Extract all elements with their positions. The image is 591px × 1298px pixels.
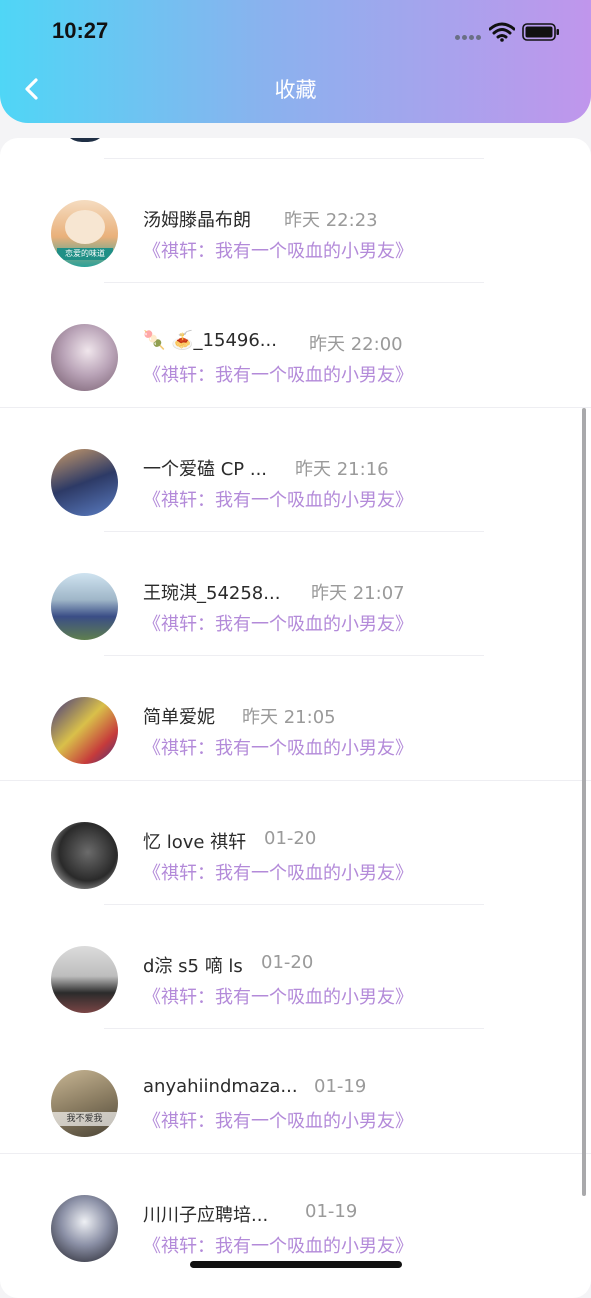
avatar[interactable] [51,822,118,889]
timestamp: 昨天 21:05 [242,707,336,728]
list-item[interactable]: 简单爱妮 昨天 21:05 《祺轩：我有一个吸血的小男友》 [0,656,591,781]
timestamp: 01-20 [261,952,314,973]
list-item[interactable]: 一个爱磕 CP ... 昨天 21:16 《祺轩：我有一个吸血的小男友》 [0,408,591,532]
username[interactable]: 川川子应聘培... [143,1201,268,1227]
username[interactable]: 🍡 🍝_15496... [143,330,277,351]
avatar[interactable] [51,946,118,1013]
avatar[interactable] [51,324,118,391]
home-indicator[interactable] [190,1261,402,1268]
avatar[interactable] [51,697,118,764]
username[interactable]: 简单爱妮 [143,703,215,729]
timestamp: 01-20 [264,828,317,849]
page-title: 收藏 [274,78,317,102]
list-item[interactable]: 恋爱的味道 汤姆滕晶布朗 昨天 22:23 《祺轩：我有一个吸血的小男友》 [0,159,591,283]
list-item[interactable]: 王琬淇_54258... 昨天 21:07 《祺轩：我有一个吸血的小男友》 [0,532,591,656]
list-item[interactable]: 川川子应聘培... 01-19 《祺轩：我有一个吸血的小男友》 [0,1154,591,1278]
avatar[interactable]: 我不爱我 [51,1070,118,1137]
avatar[interactable] [62,138,108,142]
timestamp: 昨天 22:00 [309,334,403,355]
avatar[interactable] [51,573,118,640]
timestamp: 昨天 21:07 [311,583,405,604]
story-title-link[interactable]: 《祺轩：我有一个吸血的小男友》 [143,983,413,1009]
avatar-caption: 恋爱的味道 [57,248,113,260]
story-title-link[interactable]: 《祺轩：我有一个吸血的小男友》 [143,610,413,636]
favorites-list[interactable]: 恋爱的味道 汤姆滕晶布朗 昨天 22:23 《祺轩：我有一个吸血的小男友》 🍡 … [0,138,591,1298]
battery-icon [522,23,559,41]
avatar[interactable] [51,1195,118,1262]
list-item[interactable]: 我不爱我 anyahiindmaza... 01-19 《祺轩：我有一个吸血的小… [0,1029,591,1154]
list-item[interactable]: 🍡 🍝_15496... 昨天 22:00 《祺轩：我有一个吸血的小男友》 [0,283,591,408]
story-title-link[interactable]: 《祺轩：我有一个吸血的小男友》 [143,1232,413,1258]
username[interactable]: d淙 s5 嘀 ls [143,952,243,978]
avatar-caption: 我不爱我 [51,1112,118,1126]
header-bar: 10:27 收藏 [0,0,591,123]
avatar[interactable]: 恋爱的味道 [51,200,118,267]
timestamp: 昨天 22:23 [284,210,378,231]
story-title-link[interactable]: 《祺轩：我有一个吸血的小男友》 [143,237,413,263]
username[interactable]: 一个爱磕 CP ... [143,455,267,481]
username[interactable]: 王琬淇_54258... [143,579,280,605]
timestamp: 01-19 [314,1076,367,1097]
timestamp: 01-19 [305,1201,358,1222]
scrollbar[interactable] [582,408,586,1196]
list-item[interactable]: d淙 s5 嘀 ls 01-20 《祺轩：我有一个吸血的小男友》 [0,905,591,1029]
timestamp: 昨天 21:16 [295,459,389,480]
username[interactable]: 汤姆滕晶布朗 [143,206,251,232]
story-title-link[interactable]: 《祺轩：我有一个吸血的小男友》 [143,734,413,760]
status-time: 10:27 [52,18,109,43]
wifi-icon [489,22,515,42]
story-title-link[interactable]: 《祺轩：我有一个吸血的小男友》 [143,859,413,885]
story-title-link[interactable]: 《祺轩：我有一个吸血的小男友》 [143,361,413,387]
story-title-link[interactable]: 《祺轩：我有一个吸血的小男友》 [143,1107,413,1133]
cellular-signal-icon [455,35,483,41]
list-item[interactable]: 忆 love 祺轩 01-20 《祺轩：我有一个吸血的小男友》 [0,781,591,905]
story-title-link[interactable]: 《祺轩：我有一个吸血的小男友》 [143,486,413,512]
username[interactable]: 忆 love 祺轩 [143,828,246,854]
avatar[interactable] [51,449,118,516]
username[interactable]: anyahiindmaza... [143,1076,298,1097]
